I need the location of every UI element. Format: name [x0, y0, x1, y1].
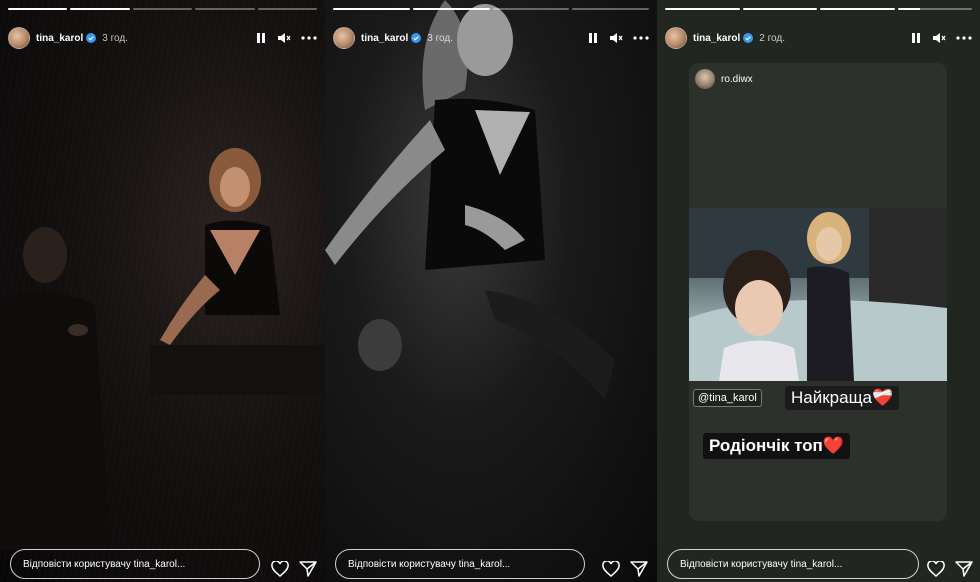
- send-icon[interactable]: [630, 561, 648, 577]
- more-icon[interactable]: [301, 36, 317, 40]
- more-icon[interactable]: [633, 36, 649, 40]
- avatar[interactable]: [333, 27, 355, 49]
- progress-segment: [333, 8, 410, 10]
- reply-input[interactable]: Відповісти користувачу tina_karol...: [667, 549, 919, 579]
- repost-video-frame: [689, 208, 947, 381]
- heart-icon[interactable]: [602, 561, 620, 577]
- progress-segment: [195, 8, 255, 10]
- verified-icon: [411, 33, 422, 43]
- timestamp: 3 год.: [427, 32, 453, 44]
- more-icon[interactable]: [956, 36, 972, 40]
- mention-sticker[interactable]: @tina_karol: [693, 389, 762, 407]
- avatar[interactable]: [665, 27, 687, 49]
- send-icon[interactable]: [955, 561, 973, 577]
- story-image-dancer: [325, 0, 615, 400]
- repost-avatar[interactable]: [695, 69, 715, 89]
- avatar[interactable]: [8, 27, 30, 49]
- progress-segment: [665, 8, 740, 10]
- progress-segment: [70, 8, 130, 10]
- mute-icon[interactable]: [609, 32, 623, 44]
- story-header: tina_karol 3 год.: [333, 24, 649, 52]
- pause-icon[interactable]: [255, 32, 267, 44]
- username[interactable]: tina_karol: [693, 33, 740, 44]
- reply-input[interactable]: Відповісти користувачу tina_karol...: [10, 549, 260, 579]
- story-panel-3[interactable]: tina_karol 2 год. ro.diwx @tina_karol На…: [657, 0, 980, 582]
- reply-input[interactable]: Відповісти користувачу tina_karol...: [335, 549, 585, 579]
- username[interactable]: tina_karol: [361, 33, 408, 44]
- progress-segment: [132, 8, 193, 10]
- mute-icon[interactable]: [932, 32, 946, 44]
- mute-icon[interactable]: [277, 32, 291, 44]
- progress-segment: [257, 8, 318, 10]
- progress-segment: [492, 8, 570, 10]
- heart-icon[interactable]: [271, 561, 289, 577]
- repost-username[interactable]: ro.diwx: [721, 74, 753, 85]
- progress-segment: [897, 8, 972, 10]
- verified-icon: [86, 33, 97, 43]
- heart-icon[interactable]: [927, 561, 945, 577]
- text-sticker: Родіончік топ❤️: [703, 433, 850, 459]
- progress-segment: [572, 8, 649, 10]
- story-header: tina_karol 2 год.: [665, 24, 972, 52]
- story-panel-1[interactable]: tina_karol 3 год. Відповісти користувачу…: [0, 0, 325, 582]
- progress-segment: [820, 8, 895, 10]
- story-image-woman: [150, 148, 325, 395]
- repost-header: ro.diwx: [695, 69, 753, 89]
- pause-icon[interactable]: [587, 32, 599, 44]
- progress-segment: [8, 8, 68, 10]
- story-progress-bar: [8, 8, 318, 10]
- pause-icon[interactable]: [910, 32, 922, 44]
- story-header: tina_karol 3 год.: [8, 24, 317, 52]
- story-progress-bar: [333, 8, 649, 10]
- story-progress-bar: [665, 8, 972, 10]
- timestamp: 3 год.: [102, 32, 128, 44]
- text-sticker: Найкраща❤️‍🩹: [785, 386, 900, 410]
- send-icon[interactable]: [299, 561, 317, 577]
- story-panel-2[interactable]: tina_karol 3 год. Відповісти користувачу…: [325, 0, 657, 582]
- story-image-man: [0, 227, 110, 550]
- progress-segment: [412, 8, 490, 10]
- verified-icon: [743, 33, 754, 43]
- timestamp: 2 год.: [759, 32, 785, 44]
- username[interactable]: tina_karol: [36, 33, 83, 44]
- repost-video[interactable]: [689, 208, 947, 381]
- progress-segment: [742, 8, 817, 10]
